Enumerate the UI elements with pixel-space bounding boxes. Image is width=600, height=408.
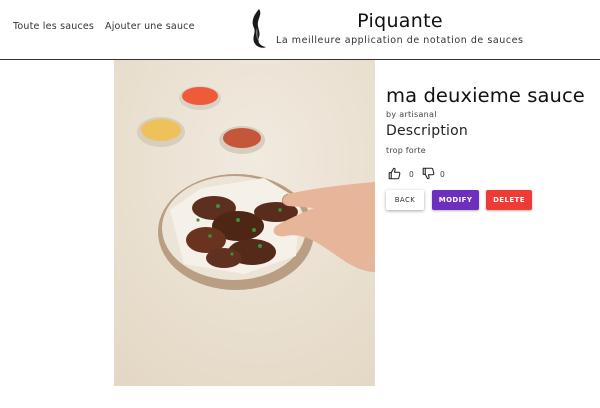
sauce-details: ma deuxieme sauce by artisanal Descripti…: [386, 84, 586, 155]
description-text: trop forte: [386, 146, 426, 155]
sauce-name: ma deuxieme sauce: [386, 84, 585, 107]
dislike-count: 0: [440, 170, 445, 179]
thumbs-down-icon[interactable]: [422, 167, 435, 180]
flame-logo-icon: [252, 9, 266, 48]
brand-subtitle: La meilleure application de notation de …: [276, 35, 524, 46]
like-count: 0: [409, 170, 414, 179]
site-header: Toute les sauces Ajouter une sauce Piqua…: [0, 0, 600, 60]
back-button[interactable]: BACK: [386, 190, 424, 210]
sauce-manufacturer: by artisanal: [386, 110, 437, 119]
delete-button[interactable]: DELETE: [486, 190, 532, 210]
sauce-image: [114, 60, 375, 386]
brand-title: Piquante: [357, 10, 443, 32]
nav-link-all-sauces[interactable]: Toute les sauces: [13, 21, 94, 32]
modify-button[interactable]: MODIFY: [432, 190, 479, 210]
description-heading: Description: [386, 123, 468, 139]
nav-link-add-sauce[interactable]: Ajouter une sauce: [105, 21, 195, 32]
thumbs-up-icon[interactable]: [388, 167, 401, 180]
